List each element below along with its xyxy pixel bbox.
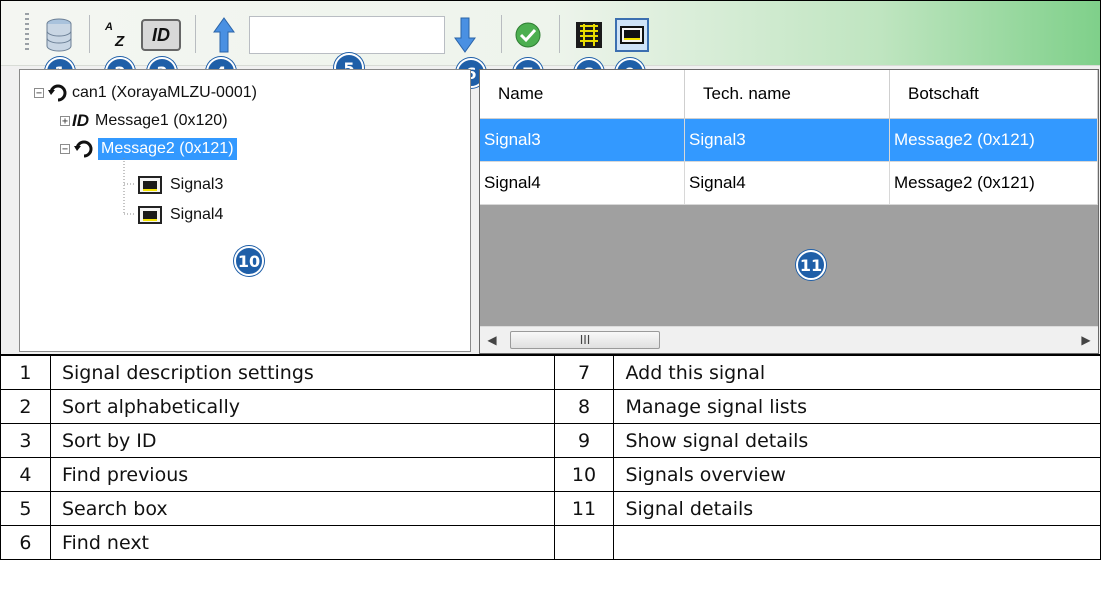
tree-connector-lines — [123, 158, 136, 215]
legend-text: Signal description settings — [49, 355, 555, 390]
legend-number: 3 — [0, 423, 51, 458]
legend-text: Find next — [49, 525, 555, 560]
column-header[interactable]: Tech. name — [684, 70, 890, 119]
legend-text: Show signal details — [613, 423, 1101, 458]
legend-number: 8 — [553, 389, 615, 424]
sort-id-icon[interactable]: ID — [141, 19, 181, 51]
signal-details-icon[interactable] — [613, 13, 651, 57]
legend-row: 3 Sort by ID 9 Show signal details — [0, 423, 1101, 458]
legend-text: Manage signal lists — [613, 389, 1101, 424]
signals-tree[interactable]: − can1 (XorayaMLZU-0001) + ID Message1 (… — [19, 69, 471, 352]
legend-text: Add this signal — [613, 355, 1101, 390]
table-cell: Signal4 — [684, 161, 890, 205]
signal-list-icon[interactable] — [571, 13, 607, 57]
column-header[interactable]: Name — [480, 70, 685, 119]
legend-text: Sort by ID — [49, 423, 555, 458]
table-cell: Signal4 — [480, 161, 685, 205]
legend-text: Sort alphabetically — [49, 389, 555, 424]
sort-alpha-bottom: Z — [115, 33, 125, 50]
table-cell: Message2 (0x121) — [889, 161, 1098, 205]
legend-row: 6 Find next — [0, 525, 1101, 560]
legend-text: Signal details — [613, 491, 1101, 526]
details-table: Name Tech. name Botschaft Signal3 Signal… — [480, 70, 1098, 205]
checkmark-icon[interactable] — [511, 13, 545, 57]
sort-alpha-top: A — [105, 21, 113, 33]
legend-text: Find previous — [49, 457, 555, 492]
legend-number: 9 — [553, 423, 615, 458]
scroll-thumb[interactable]: III — [510, 331, 660, 349]
table-row[interactable]: Signal4 Signal4 Message2 (0x121) — [480, 161, 1098, 205]
toolbar-separator — [501, 15, 502, 53]
callout-badge: 11 — [796, 250, 826, 280]
sort-alpha-icon[interactable]: A Z — [101, 19, 133, 51]
toolbar-grip[interactable] — [25, 13, 29, 53]
legend-text: Search box — [49, 491, 555, 526]
legend-number: 11 — [553, 491, 615, 526]
scroll-left-icon[interactable]: ◀ — [484, 331, 500, 349]
database-icon[interactable] — [39, 13, 79, 57]
legend-number: 2 — [0, 389, 51, 424]
toolbar-separator — [559, 15, 560, 53]
table-header-row: Name Tech. name Botschaft — [480, 70, 1098, 119]
horizontal-scrollbar[interactable]: ◀ III ▶ — [480, 326, 1098, 353]
arrow-up-icon[interactable] — [207, 13, 241, 57]
toolbar-separator — [89, 15, 90, 53]
legend-number: 7 — [553, 355, 615, 390]
legend-number: 4 — [0, 457, 51, 492]
table-row[interactable]: Signal3 Signal3 Message2 (0x121) — [480, 118, 1098, 162]
legend-row: 2 Sort alphabetically 8 Manage signal li… — [0, 389, 1101, 424]
search-input[interactable] — [249, 16, 445, 54]
app-screenshot: A Z ID 5 − can1 (XorayaMLZU-0001) + ID M… — [0, 0, 1101, 355]
legend-table: 1 Signal description settings 7 Add this… — [0, 355, 1101, 560]
table-cell: Message2 (0x121) — [889, 118, 1098, 162]
legend-text: Signals overview — [613, 457, 1101, 492]
table-cell: Signal3 — [480, 118, 685, 162]
legend-empty-cell — [613, 525, 1101, 560]
legend-row: 4 Find previous 10 Signals overview — [0, 457, 1101, 492]
sort-id-label: ID — [152, 24, 170, 45]
arrow-down-icon[interactable] — [451, 13, 479, 57]
callout-badge: 10 — [234, 246, 264, 276]
toolbar-separator — [195, 15, 196, 53]
scroll-right-icon[interactable]: ▶ — [1078, 331, 1094, 349]
legend-number: 5 — [0, 491, 51, 526]
legend-number: 10 — [553, 457, 615, 492]
legend-empty-cell — [553, 525, 615, 560]
signal-details-grid[interactable]: Name Tech. name Botschaft Signal3 Signal… — [479, 69, 1099, 354]
legend-row: 5 Search box 11 Signal details — [0, 491, 1101, 526]
legend-number: 1 — [0, 355, 51, 390]
column-header[interactable]: Botschaft — [889, 70, 1098, 119]
legend-number: 6 — [0, 525, 51, 560]
table-cell: Signal3 — [684, 118, 890, 162]
legend-row: 1 Signal description settings 7 Add this… — [0, 355, 1101, 390]
toolbar: A Z ID — [1, 1, 1100, 66]
